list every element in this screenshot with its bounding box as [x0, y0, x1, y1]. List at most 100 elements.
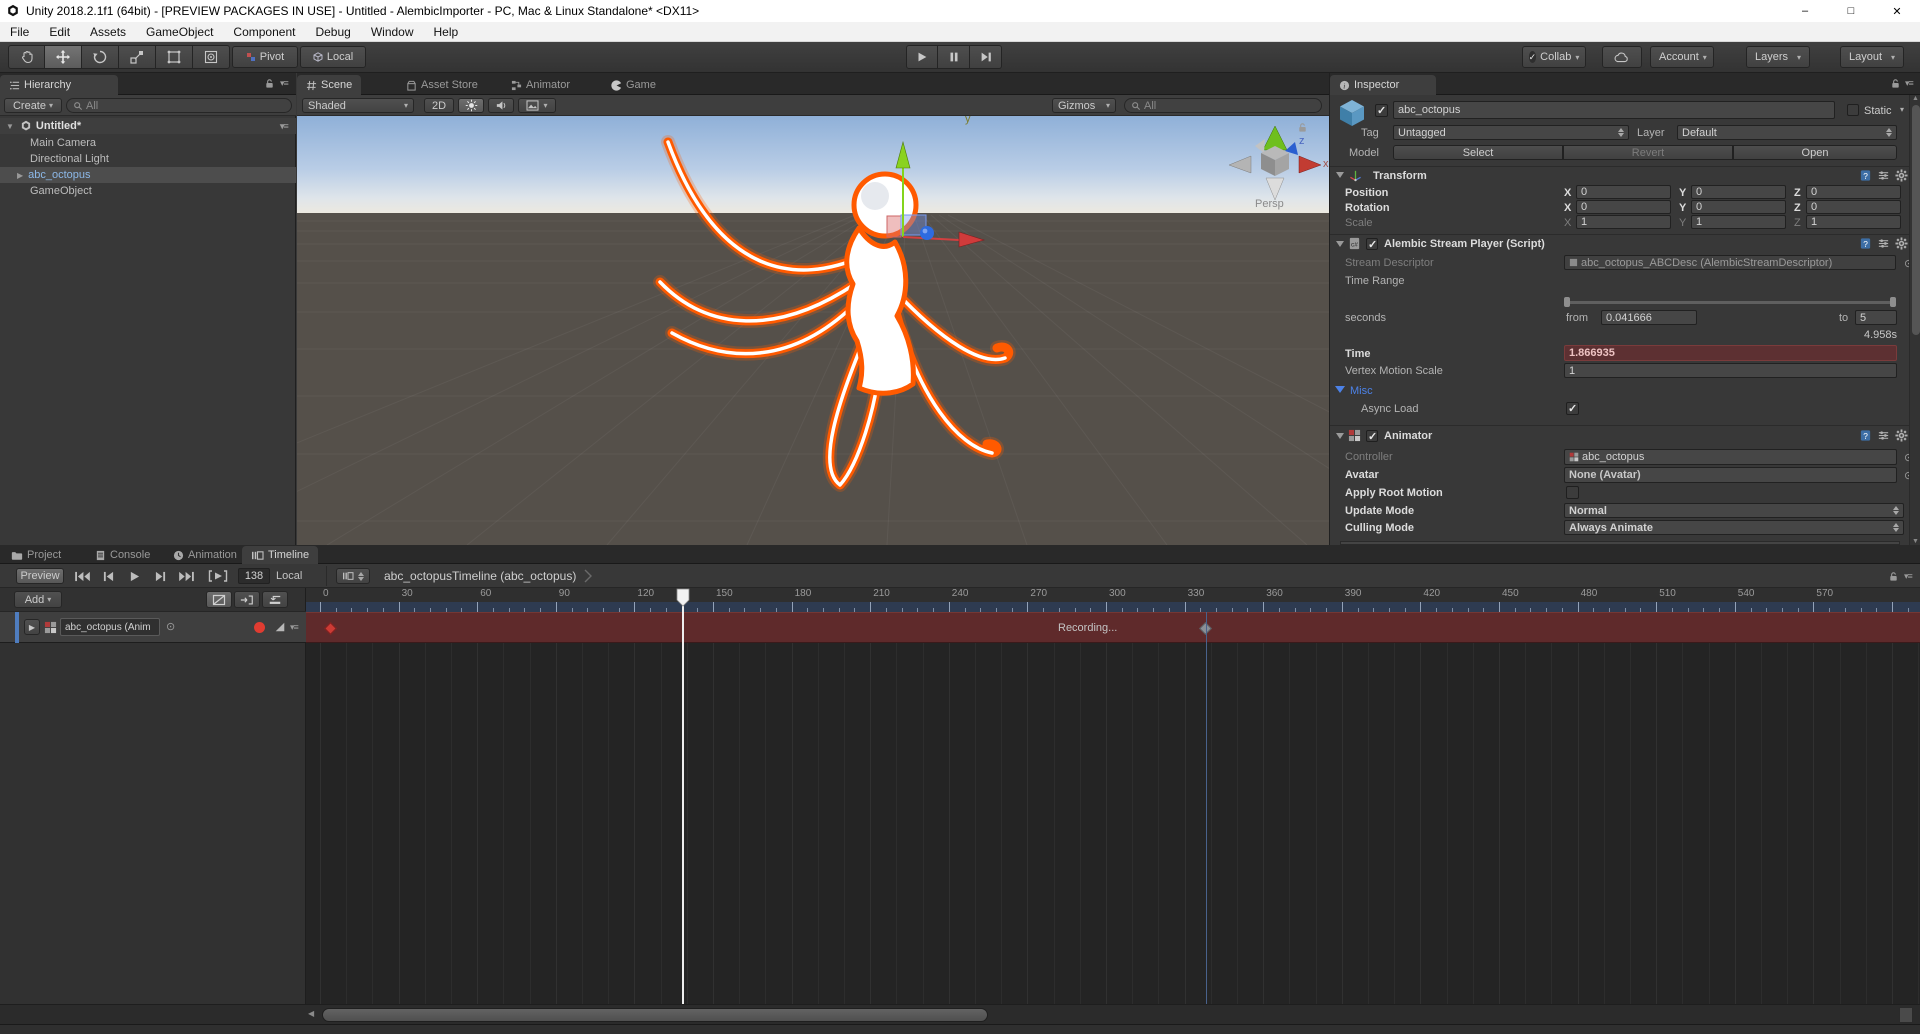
- scale-y-field[interactable]: 1: [1691, 215, 1786, 229]
- scroll-down-icon[interactable]: ▼: [1912, 538, 1919, 545]
- effects-caret-icon[interactable]: ▾: [543, 101, 547, 110]
- position-y-field[interactable]: 0: [1691, 185, 1786, 199]
- help-icon[interactable]: [1859, 169, 1872, 182]
- slider-handle-min[interactable]: [1564, 297, 1570, 307]
- axis-y-label[interactable]: y: [965, 116, 971, 125]
- alembic-enabled-checkbox[interactable]: [1366, 238, 1378, 250]
- tab-game[interactable]: Game: [602, 75, 665, 95]
- menu-assets[interactable]: Assets: [80, 22, 136, 42]
- minimize-button[interactable]: –: [1782, 0, 1828, 22]
- position-z-field[interactable]: 0: [1806, 185, 1901, 199]
- slider-handle-max[interactable]: [1890, 297, 1896, 307]
- avatar-field[interactable]: None (Avatar): [1564, 467, 1897, 483]
- hscrollbar-thumb[interactable]: [322, 1008, 988, 1022]
- preset-icon[interactable]: [1877, 237, 1890, 250]
- gizmo-lock-icon[interactable]: [1297, 122, 1308, 133]
- tab-hierarchy[interactable]: Hierarchy: [0, 75, 118, 95]
- timeline-hscrollbar[interactable]: ◀: [0, 1004, 1920, 1024]
- apply-root-motion-checkbox[interactable]: [1566, 486, 1579, 499]
- menu-help[interactable]: Help: [424, 22, 469, 42]
- vertex-motion-scale-field[interactable]: 1: [1564, 363, 1897, 378]
- layout-dropdown[interactable]: Layout▾: [1840, 46, 1904, 68]
- gameobject-name-field[interactable]: abc_octopus: [1393, 101, 1835, 119]
- alembic-foldout-icon[interactable]: [1336, 241, 1344, 247]
- help-icon[interactable]: [1859, 429, 1872, 442]
- object-picker-icon[interactable]: ⊙: [166, 620, 175, 633]
- step-button[interactable]: [970, 45, 1002, 69]
- update-mode-dropdown[interactable]: Normal: [1564, 503, 1904, 518]
- timeline-breadcrumb[interactable]: abc_octopusTimeline (abc_octopus): [384, 566, 592, 586]
- pivot-toggle-button[interactable]: Pivot: [232, 46, 298, 68]
- inspector-lock-icon[interactable]: [1890, 78, 1901, 89]
- scene-audio-toggle[interactable]: [488, 98, 514, 113]
- transform-foldout-icon[interactable]: [1336, 172, 1344, 178]
- scene-viewport[interactable]: y x z Persp: [297, 116, 1329, 545]
- tab-project[interactable]: Project: [2, 546, 70, 564]
- axis-x-label[interactable]: x: [1323, 158, 1329, 170]
- static-dropdown-icon[interactable]: ▾: [1900, 105, 1904, 114]
- play-range-toggle[interactable]: [204, 568, 232, 584]
- timeline-zoom-button[interactable]: [1899, 1007, 1913, 1023]
- tab-console[interactable]: Console: [86, 546, 159, 564]
- time-field[interactable]: 1.866935: [1564, 345, 1897, 361]
- scroll-up-icon[interactable]: ▲: [1912, 95, 1919, 102]
- camera-projection-label[interactable]: Persp: [1255, 198, 1284, 210]
- scale-z-field[interactable]: 1: [1806, 215, 1901, 229]
- hierarchy-item-main-camera[interactable]: Main Camera: [0, 135, 296, 151]
- scene-menu-icon[interactable]: ▾≡: [280, 121, 288, 132]
- rect-tool-button[interactable]: [156, 45, 193, 69]
- scene-search-input[interactable]: All: [1124, 98, 1322, 113]
- scene-foldout-icon[interactable]: ▼: [6, 122, 14, 131]
- local-toggle-button[interactable]: Local: [300, 46, 366, 68]
- gizmos-dropdown[interactable]: Gizmos▾: [1052, 98, 1116, 113]
- scrollbar-thumb[interactable]: [1912, 105, 1920, 335]
- gear-icon[interactable]: [1895, 169, 1908, 182]
- maximize-button[interactable]: □: [1828, 0, 1874, 22]
- hierarchy-search-input[interactable]: All: [66, 98, 292, 113]
- hand-tool-button[interactable]: [8, 45, 45, 69]
- pause-button[interactable]: [938, 45, 970, 69]
- go-to-end-button[interactable]: [174, 568, 198, 584]
- layer-dropdown[interactable]: Default: [1677, 125, 1897, 140]
- play-button[interactable]: [906, 45, 938, 69]
- animator-enabled-checkbox[interactable]: [1366, 430, 1378, 442]
- edit-mode-ripple-button[interactable]: [234, 591, 260, 608]
- create-button[interactable]: Create▾: [4, 98, 62, 113]
- preset-icon[interactable]: [1877, 429, 1890, 442]
- tab-inspector[interactable]: Inspector: [1330, 75, 1436, 95]
- shading-mode-dropdown[interactable]: Shaded▾: [302, 98, 414, 113]
- gear-icon[interactable]: [1895, 429, 1908, 442]
- tag-dropdown[interactable]: Untagged: [1393, 125, 1629, 140]
- edit-mode-replace-button[interactable]: [262, 591, 288, 608]
- track-curves-icon[interactable]: [274, 621, 286, 633]
- rotation-y-field[interactable]: 0: [1691, 200, 1786, 214]
- scene-lighting-toggle[interactable]: [458, 98, 484, 113]
- hierarchy-menu-icon[interactable]: ▾≡: [280, 78, 288, 89]
- model-revert-button[interactable]: Revert: [1563, 145, 1733, 160]
- scale-tool-button[interactable]: [119, 45, 156, 69]
- item-foldout-icon[interactable]: ▶: [17, 171, 23, 180]
- 2d-toggle-button[interactable]: 2D: [424, 98, 454, 113]
- hierarchy-item-gameobject[interactable]: GameObject: [0, 183, 296, 199]
- timeline-ruler[interactable]: 0306090120150180210240270300330360390420…: [306, 588, 1920, 612]
- animator-foldout-icon[interactable]: [1336, 433, 1344, 439]
- model-open-button[interactable]: Open: [1733, 145, 1897, 160]
- inspector-menu-icon[interactable]: ▾≡: [1905, 78, 1913, 89]
- timeline-content-area[interactable]: [306, 643, 1920, 1004]
- inspector-scrollbar[interactable]: ▲ ▼: [1909, 95, 1920, 545]
- menu-debug[interactable]: Debug: [305, 22, 360, 42]
- scale-x-field[interactable]: 1: [1576, 215, 1671, 229]
- track-menu-icon[interactable]: ▾≡: [290, 622, 298, 633]
- preview-toggle-button[interactable]: Preview: [16, 568, 64, 584]
- scene-row-untitled[interactable]: ▼ Untitled* ▾≡: [0, 118, 296, 134]
- gear-icon[interactable]: [1895, 237, 1908, 250]
- model-select-button[interactable]: Select: [1393, 145, 1563, 160]
- recording-clip-track[interactable]: Recording...: [306, 612, 1920, 643]
- position-x-field[interactable]: 0: [1576, 185, 1671, 199]
- menu-window[interactable]: Window: [361, 22, 424, 42]
- move-tool-button[interactable]: [45, 45, 82, 69]
- rotation-x-field[interactable]: 0: [1576, 200, 1671, 214]
- axis-z-label[interactable]: z: [1299, 135, 1305, 147]
- timeline-units-dropdown[interactable]: Local: [276, 568, 302, 584]
- timeline-marker-line[interactable]: [1206, 612, 1207, 1004]
